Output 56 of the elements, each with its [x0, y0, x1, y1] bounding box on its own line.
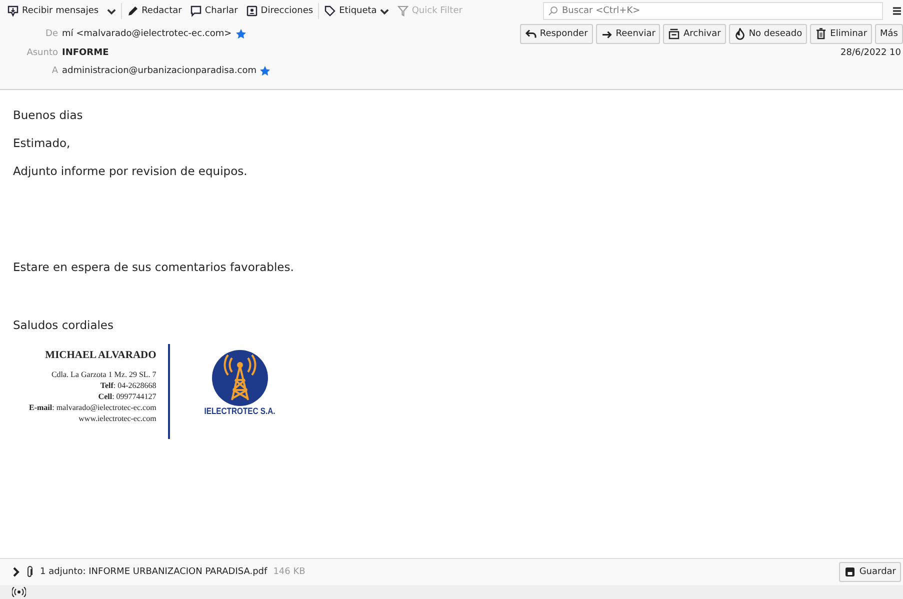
menu-icon[interactable]: [893, 6, 901, 16]
delete-button[interactable]: Eliminar: [810, 24, 872, 44]
floppy-icon: [844, 566, 856, 578]
company-name: IELECTROTEC S.A.: [204, 406, 276, 416]
pencil-icon: [126, 5, 139, 17]
to-label: A: [50, 66, 58, 76]
date-text: 28/6/2022 10: [840, 48, 902, 58]
tag-button[interactable]: Etiqueta: [321, 2, 392, 20]
expand-icon[interactable]: [12, 567, 20, 577]
message-paragraph: Buenos dias: [13, 108, 84, 122]
address-book-icon: [246, 5, 258, 17]
message-paragraph: Saludos cordiales: [13, 318, 115, 332]
signature-cell-text: Cell: 0997744127: [97, 391, 156, 402]
search-icon: [548, 6, 558, 16]
message-paragraph: Adjunto informe por revision de equipos.: [13, 164, 248, 178]
radio-tower-logo-icon: [212, 350, 268, 406]
contacts-button[interactable]: Direcciones: [242, 2, 316, 20]
attachment-size: 146 KB: [273, 567, 306, 577]
flame-icon: [734, 28, 746, 40]
wireless-icon: [12, 587, 26, 597]
star-icon[interactable]: [260, 66, 270, 76]
get-button[interactable]: Recibir mensajes: [4, 2, 102, 20]
archive-button[interactable]: Archivar: [663, 24, 726, 44]
arrow-icon: [600, 28, 613, 40]
save-button[interactable]: Guardar: [839, 562, 901, 582]
message-paragraph: Estare en espera de sus comentarios favorables.: [13, 260, 295, 274]
attachment-name[interactable]: 1 adjunto: INFORME URBANIZACION PARADISA.pdf: [40, 567, 268, 577]
more-button[interactable]: Más: [875, 24, 903, 44]
forward-button[interactable]: Reenviar: [596, 24, 660, 44]
reply-button[interactable]: Responder: [520, 24, 593, 44]
star-icon[interactable]: [236, 29, 246, 39]
archive-icon: [668, 28, 680, 40]
download-icon: [7, 5, 19, 17]
from-label: De: [44, 29, 58, 39]
chevron-icon: [106, 6, 116, 16]
signature-name: MICHAEL ALVARADO: [44, 350, 156, 361]
chat-icon: [190, 5, 202, 17]
paperclip-icon: [26, 566, 34, 578]
message-paragraph: Estimado,: [13, 136, 72, 150]
reply-icon: [524, 28, 537, 40]
junk-button[interactable]: No deseado: [728, 24, 808, 44]
signature-website: www.ielectrotec-ec.com: [78, 413, 156, 424]
subject-text: INFORME: [62, 48, 109, 58]
filter-icon: [396, 5, 409, 17]
search-field[interactable]: Buscar <Ctrl+K>: [543, 2, 883, 20]
signature-phone: Telf: 04-2628668: [99, 380, 156, 391]
signature-address: Cdla. La Garzota 1 Mz. 29 SL. 7: [50, 369, 156, 380]
trash-icon: [815, 28, 828, 40]
tag-icon: [324, 5, 336, 17]
chat-button[interactable]: Charlar: [186, 2, 241, 20]
chevron-icon: [380, 6, 389, 16]
compose-button[interactable]: Redactar: [124, 2, 185, 20]
recipient-address: administracion@urbanizacionparadisa.com: [62, 66, 256, 76]
sender-address: mí <malvarado@ielectrotec-ec.com>: [62, 29, 232, 39]
subject-label: Asunto: [26, 48, 58, 58]
signature-email: E-mail: malvarado@ielectrotec-ec.com: [29, 402, 156, 413]
